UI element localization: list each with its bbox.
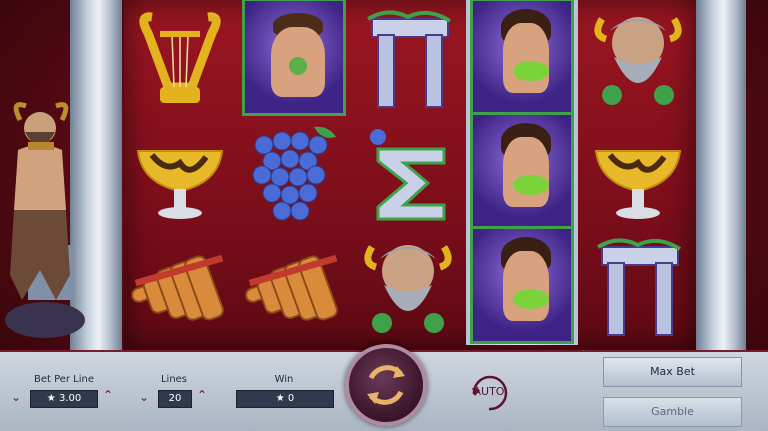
- auto-label: AUTO: [473, 385, 505, 398]
- symbol-lyre: [128, 4, 232, 114]
- symbol-satyr-head: [586, 4, 690, 114]
- sigma-letter-icon: [370, 129, 446, 221]
- symbol-pi-letter: [586, 232, 690, 342]
- satyr-head-icon: [364, 245, 452, 333]
- symbol-cup: [586, 118, 690, 228]
- symbol-grapes: [242, 118, 346, 228]
- reel-1: [124, 0, 236, 345]
- grapes-icon: [252, 126, 336, 221]
- gamble-button[interactable]: Gamble: [603, 397, 742, 427]
- nymph-portrait-icon: [470, 112, 574, 230]
- control-bar: Bet Per Line ⌄ ★ 3.00 ⌃ Lines ⌄ 20 ⌃ Win…: [0, 344, 768, 431]
- nymph-portrait-icon: [470, 226, 574, 344]
- win-value: 0: [287, 393, 295, 404]
- cup-icon: [136, 150, 224, 219]
- lines-value: 20: [158, 390, 192, 408]
- man-portrait-icon: [242, 0, 346, 116]
- coin-star-icon: ★: [275, 393, 285, 404]
- max-bet-button[interactable]: Max Bet: [603, 357, 742, 387]
- game-stage: Bet Per Line ⌄ ★ 3.00 ⌃ Lines ⌄ 20 ⌃ Win…: [0, 0, 768, 431]
- bet-per-line-value-box: ★ 3.00: [30, 390, 98, 408]
- symbol-pan-flute: [242, 232, 346, 342]
- win-label: Win: [274, 374, 294, 385]
- pi-letter-icon: [596, 238, 682, 336]
- bet-decrease-button[interactable]: ⌄: [8, 390, 24, 404]
- symbol-pan-flute: [128, 232, 232, 342]
- symbol-pi-letter: [356, 4, 460, 114]
- auto-button[interactable]: AUTO: [466, 370, 512, 416]
- right-pillar: [696, 0, 746, 350]
- nymph-portrait-icon: [470, 0, 574, 116]
- lines-label: Lines: [160, 374, 188, 385]
- bet-increase-button[interactable]: ⌃: [100, 388, 116, 402]
- pi-letter-icon: [366, 10, 452, 108]
- pan-flute-icon: [131, 254, 224, 321]
- lines-increase-button[interactable]: ⌃: [194, 388, 210, 402]
- lyre-icon: [139, 12, 221, 103]
- bet-per-line-label: Bet Per Line: [33, 374, 95, 385]
- coin-star-icon: ★: [46, 393, 56, 404]
- symbol-man-portrait: [242, 0, 346, 116]
- cup-icon: [594, 150, 682, 219]
- bet-per-line-value: 3.00: [58, 393, 82, 404]
- win-value-box: ★ 0: [236, 390, 334, 408]
- spin-arrows-icon: [367, 365, 405, 405]
- spin-button[interactable]: [345, 344, 427, 426]
- satyr-figure: [5, 102, 85, 338]
- pan-flute-icon: [245, 254, 338, 321]
- symbol-nymph-portrait: [470, 0, 574, 116]
- symbol-nymph-portrait: [470, 112, 574, 230]
- reel-2: [238, 0, 350, 345]
- reel-4: [466, 0, 578, 345]
- symbol-nymph-portrait: [470, 226, 574, 344]
- reel-3: [352, 0, 464, 345]
- reel-area: [124, 0, 696, 350]
- reel-5: [582, 0, 694, 345]
- symbol-satyr-head: [356, 232, 460, 342]
- symbol-cup: [128, 118, 232, 228]
- lines-decrease-button[interactable]: ⌄: [136, 390, 152, 404]
- symbol-sigma-letter: [356, 118, 460, 228]
- satyr-head-icon: [594, 17, 682, 105]
